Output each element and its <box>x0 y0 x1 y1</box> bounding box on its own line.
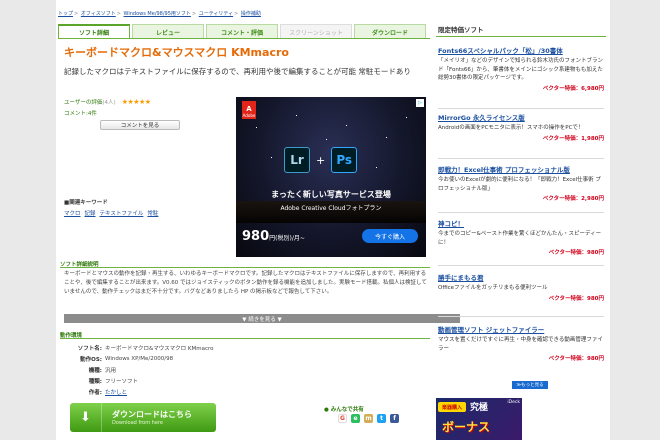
twitter-icon[interactable]: t <box>377 414 386 423</box>
breadcrumb: トップ> オフィスソフト> Windows Me/98/95用ソフト> ユーティ… <box>58 11 261 17</box>
page: トップ> オフィスソフト> Windows Me/98/95用ソフト> ユーティ… <box>56 0 610 440</box>
env-row: ソフト名: キーボードマクロ&マウスマクロ KMmacro <box>77 345 214 352</box>
software-description: キーボードとマウスの動作を記録・再生する、いわゆるキーボードマクロです。記録した… <box>64 271 427 295</box>
sidebar-item-price: ベクター特価：1,980円 <box>542 135 604 142</box>
google-icon[interactable]: G <box>338 414 347 423</box>
share-icons: G e m t f <box>338 414 399 423</box>
tab-software-detail[interactable]: ソフト詳細 <box>58 24 130 39</box>
breadcrumb-link[interactable]: トップ <box>58 11 73 17</box>
keyword-link[interactable]: 記録 <box>85 209 96 217</box>
sidebar-item-price: ベクター特価：2,980円 <box>542 196 604 202</box>
tab-underline <box>58 38 430 39</box>
sidebar-more-button[interactable]: ≫もっと見る <box>512 381 548 389</box>
sidebar-game-ad[interactable]: 楽器購入 究極 ボーナス iDeck <box>436 398 522 440</box>
download-button[interactable]: ⬇ ダウンロードはこちら Download from here <box>70 403 216 432</box>
divider <box>60 267 430 268</box>
divider <box>438 265 604 266</box>
view-comments-button[interactable]: コメントを見る <box>100 120 180 130</box>
evernote-icon[interactable]: e <box>351 414 360 423</box>
comment-count: コメント:4件 <box>64 111 97 117</box>
keyword-link[interactable]: 常駐 <box>147 209 158 217</box>
tab-review[interactable]: レビュー <box>132 24 204 39</box>
photoshop-icon: Ps <box>331 147 358 173</box>
env-row: 種類: フリーソフト <box>88 378 139 385</box>
environment-table: ソフト名: キーボードマクロ&マウスマクロ KMmacro 動作OS: Window… <box>64 342 364 397</box>
adobe-banner-ad[interactable]: A Adobe ▷ Lr + Ps まったく新しい写真サービス登場 Adobe C… <box>236 97 426 257</box>
env-row: 動作OS: Windows XP/Me/2000/98 <box>80 355 174 363</box>
download-sublabel: Download from here <box>112 420 163 426</box>
related-keywords: ■関連キーワード マクロ 記録 テキストファイル 常駐 <box>64 198 234 217</box>
share-heading: ● みんなで共有 <box>324 407 364 413</box>
read-more-button[interactable]: ▼ 続きを見る ▼ <box>64 314 460 323</box>
download-arrow-icon: ⬇ <box>70 403 102 432</box>
user-rating: ユーザーの評価(4人) ★★★★★ コメント:4件 コメントを見る <box>64 98 240 130</box>
sidebar-item: 動画管理ソフト ジェットファイラー マウスを置くだけですぐに再生・中身を確認でき… <box>438 324 604 362</box>
sidebar-item-title[interactable]: 即戦力！Excel仕事術 プロフェッショナル版 <box>438 164 604 174</box>
sidebar-item-price: ベクター特価：6,980円 <box>542 85 604 92</box>
sidebar-item-title[interactable]: Fonts66スペシャルパック「松」/30書体 <box>438 45 604 55</box>
sidebar-item-desc: マウスを置くだけですぐに再生・中身を確認できる動画管理ファイラー <box>438 337 603 352</box>
sidebar-item-title[interactable]: 勝手にまもる君 <box>438 272 604 282</box>
sidebar-item: MirrorGo 永久ライセンス版 Androidの画面をPCモニタに表示！スマ… <box>438 112 604 142</box>
sidebar-item-title[interactable]: MirrorGo 永久ライセンス版 <box>438 112 604 122</box>
ad-badge: 楽器購入 <box>438 402 466 412</box>
adobe-logo-icon: A Adobe <box>242 101 256 119</box>
ad-buy-button[interactable]: 今すぐ購入 <box>362 229 418 243</box>
sidebar-item-title[interactable]: 動画管理ソフト ジェットファイラー <box>438 324 604 334</box>
breadcrumb-link[interactable]: 操作補助 <box>241 11 261 17</box>
sidebar-item-price: ベクター特価：980円 <box>548 295 604 302</box>
mixi-icon[interactable]: m <box>364 414 373 423</box>
breadcrumb-link[interactable]: Windows Me/98/95用ソフト <box>124 11 191 17</box>
rating-label: ユーザーの評価(4人) <box>64 100 116 106</box>
env-row: 機種: 汎用 <box>88 367 117 374</box>
sidebar-item-desc: 「メイリオ」などのデザインで知られる鈴木功氏のフォントブランド「Fonts66」… <box>438 58 604 81</box>
lightroom-icon: Lr <box>284 147 310 173</box>
author-link[interactable]: たかしと <box>105 390 127 396</box>
sidebar-item: Fonts66スペシャルパック「松」/30書体 「メイリオ」などのデザインで知ら… <box>438 45 604 92</box>
ad-word: 究極 <box>470 403 489 413</box>
tab-download[interactable]: ダウンロード <box>354 24 426 39</box>
divider <box>438 212 604 213</box>
page-title: キーボードマクロ&マウスマクロ KMmacro <box>64 46 289 59</box>
sidebar-item-desc: 今までのコピー&ペースト作業を驚くほどかんたん・スピーディーに！ <box>438 231 602 246</box>
tab-comments[interactable]: コメント・評価 <box>206 24 278 39</box>
keyword-link[interactable]: テキストファイル <box>100 209 144 217</box>
adchoices-icon[interactable]: ▷ <box>416 99 424 107</box>
ad-headline: まったく新しい写真サービス登場 <box>271 190 391 199</box>
tab-screenshot: スクリーンショット <box>280 24 352 39</box>
sidebar-item-title[interactable]: 神コピ！ <box>438 218 604 228</box>
facebook-icon[interactable]: f <box>390 414 399 423</box>
breadcrumb-link[interactable]: オフィスソフト <box>81 11 116 17</box>
breadcrumb-link[interactable]: ユーティリティ <box>199 11 233 17</box>
ad-app-icons: Lr + Ps <box>284 147 358 173</box>
ad-word: ボーナス <box>442 420 491 434</box>
divider <box>438 108 604 109</box>
ad-subheadline: Adobe Creative Cloudフォトプラン <box>280 205 382 212</box>
sidebar-item: 即戦力！Excel仕事術 プロフェッショナル版 今お使いのExcelが劇的に便利… <box>438 164 604 202</box>
lead-text: 記録したマクロはテキストファイルに保存するので、再利用や後で編集することが可能 … <box>64 67 411 76</box>
detail-tabs: ソフト詳細 レビュー コメント・評価 スクリーンショット ダウンロード <box>58 24 428 39</box>
sidebar-heading: 限定特価ソフト <box>436 24 606 37</box>
sidebar: 限定特価ソフト <box>436 24 606 37</box>
sidebar-item-desc: Androidの画面をPCモニタに表示！スマホの操作をPCで！ <box>438 125 584 131</box>
sidebar-item: 神コピ！ 今までのコピー&ペースト作業を驚くほどかんたん・スピーディーに！ ベク… <box>438 218 604 256</box>
ad-price: 980円(税別)/月~ <box>242 229 305 244</box>
download-label: ダウンロードはこちら <box>112 410 192 419</box>
sidebar-item-price: ベクター特価：980円 <box>548 356 604 362</box>
keyword-link[interactable]: マクロ <box>64 209 81 217</box>
divider <box>438 158 604 159</box>
rating-stars-icon: ★★★★★ <box>121 98 151 106</box>
sidebar-item-desc: Officeファイルをガッチリまもる便利ツール <box>438 285 548 291</box>
keywords-heading: ■関連キーワード <box>64 200 108 206</box>
divider <box>438 316 604 317</box>
env-row: 作者: たかしと <box>88 389 128 396</box>
divider <box>60 338 430 339</box>
sidebar-item: 勝手にまもる君 Officeファイルをガッチリまもる便利ツール ベクター特価：9… <box>438 272 604 302</box>
sidebar-item-price: ベクター特価：980円 <box>548 250 604 256</box>
ad-corner-logo: iDeck <box>507 400 520 405</box>
sidebar-item-desc: 今お使いのExcelが劇的に便利になる！「即戦力！Excel仕事術 プロフェッシ… <box>438 177 601 192</box>
